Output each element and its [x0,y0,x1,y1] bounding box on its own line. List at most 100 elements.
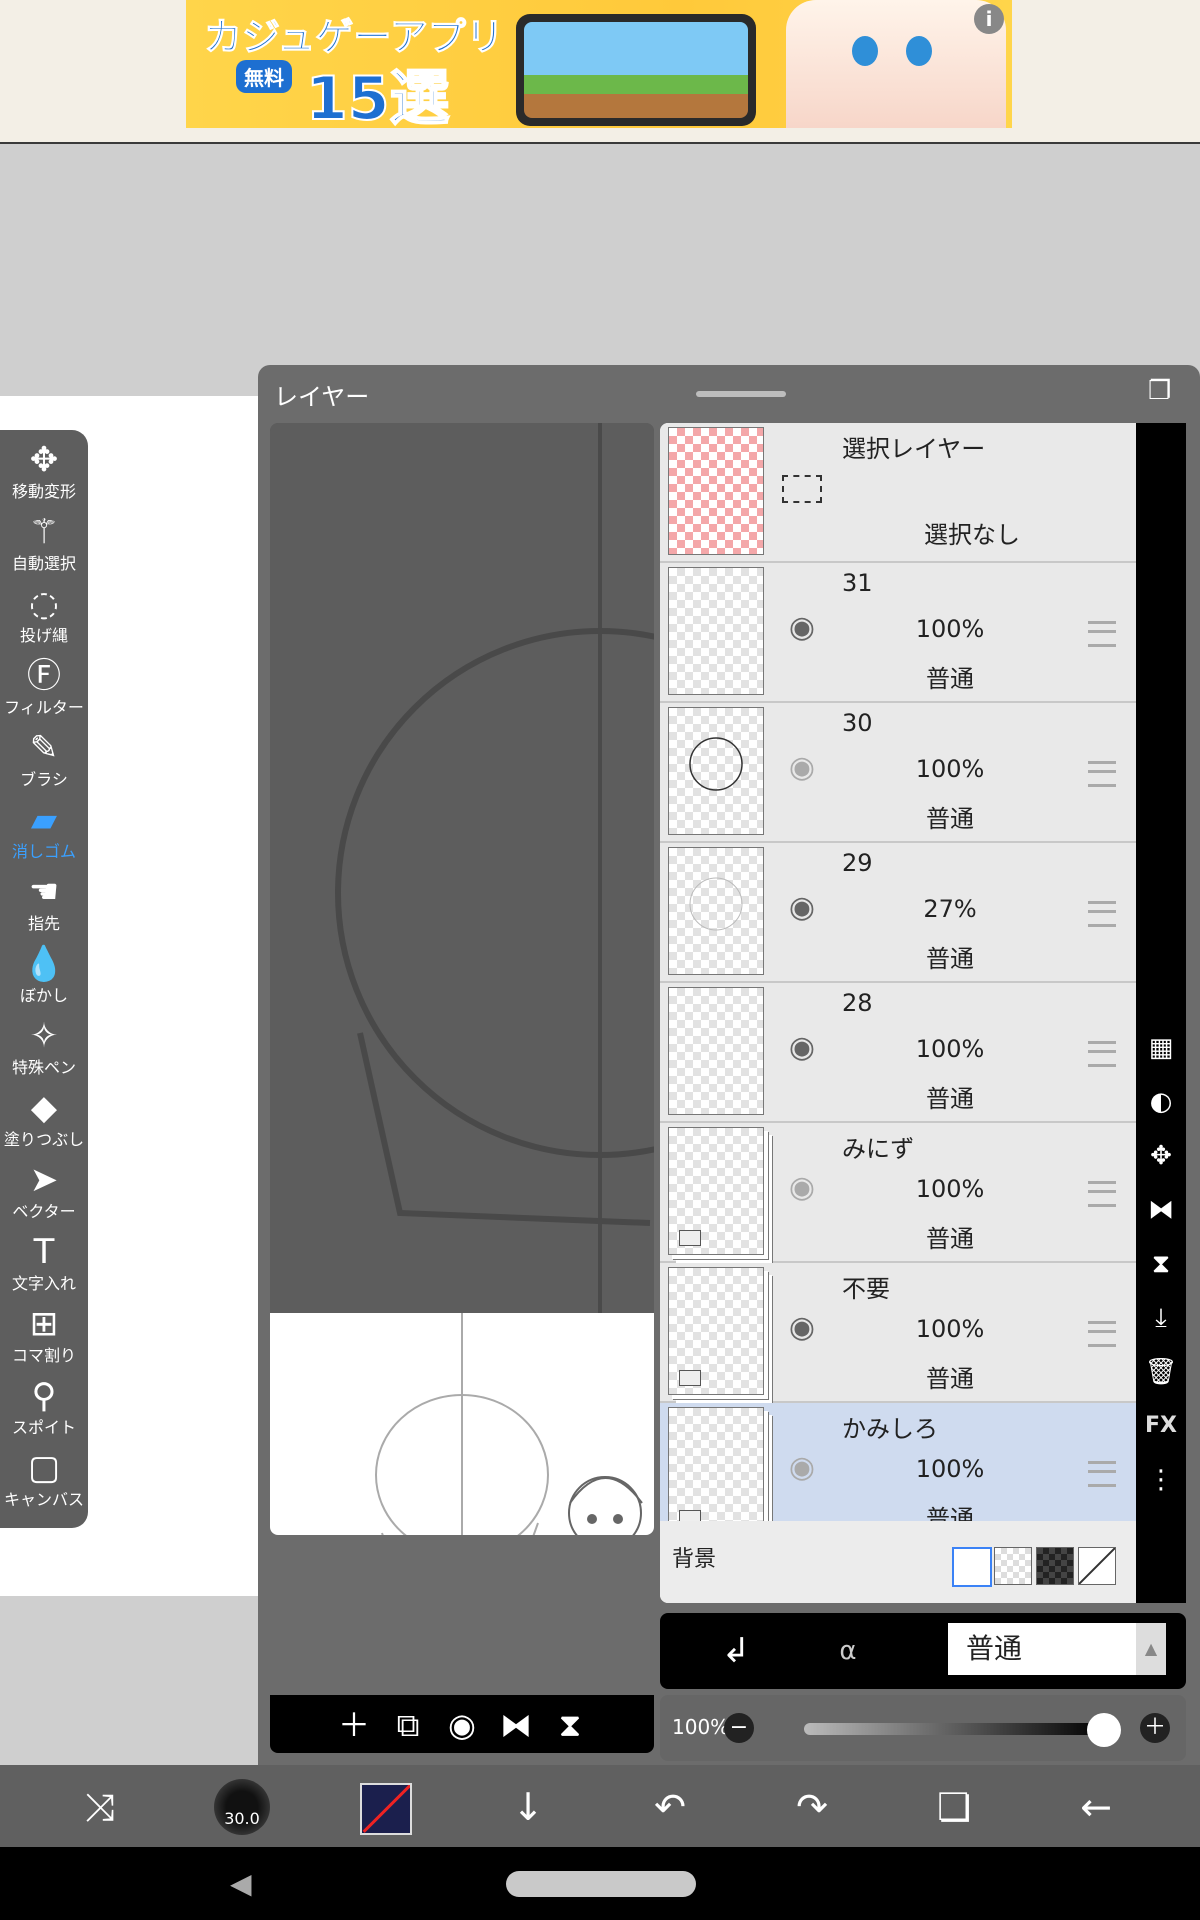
cursor-icon: ➤ [29,1160,59,1200]
arrow-down-icon[interactable]: ↓ [500,1779,556,1835]
clipping-icon[interactable]: ↲ [714,1629,758,1673]
layer-thumbnail [668,1267,764,1395]
magic-wand-icon: ⚚ [28,512,60,552]
layer-row[interactable]: ◉ 28 100% 普通 [660,983,1136,1123]
tool-eraser[interactable]: ▰ 消しゴム [0,798,88,870]
drag-handle-icon[interactable] [1088,901,1116,927]
blend-mode-select[interactable]: 普通 [948,1623,1152,1675]
drag-handle-icon[interactable] [1088,1461,1116,1487]
visibility-eye-icon[interactable]: ◉ [782,893,822,923]
layer-row[interactable]: ◉ みにず 100% 普通 [660,1123,1136,1263]
background-none-swatch[interactable] [1078,1547,1116,1585]
tool-smudge[interactable]: ☚ 指先 [0,870,88,942]
opacity-slider[interactable] [804,1723,1104,1735]
layer-list[interactable]: 選択レイヤー 選択なし ◉ 31 100% 普通 ◉ 30 100% 普通 ◉ 29 27% 普通 ◉ 2… [660,423,1136,1603]
undo-icon[interactable]: ↶ [642,1779,698,1835]
layers-icon[interactable]: ❏ [926,1779,982,1835]
layer-row[interactable]: ◉ 不要 100% 普通 [660,1263,1136,1403]
tool-fill[interactable]: ◆ 塗りつぶし [0,1086,88,1158]
fx-icon: Ⓕ [27,656,61,696]
background-row[interactable]: 背景 [660,1521,1136,1603]
tool-text[interactable]: T 文字入れ [0,1230,88,1302]
layer-row[interactable]: ◉ 29 27% 普通 [660,843,1136,983]
ad-info-icon[interactable]: i [974,4,1004,34]
selection-status: 選択なし [924,521,1020,549]
visibility-eye-icon[interactable]: ◉ [782,1453,822,1483]
alpha-lock-icon[interactable]: α [828,1631,868,1671]
text-icon: T [33,1232,55,1272]
background-transparent-swatch[interactable] [994,1547,1032,1585]
trash-icon[interactable]: 🗑 [1144,1355,1178,1389]
tool-magic[interactable]: ⚚ 自動選択 [0,510,88,582]
tool-frame[interactable]: ⊞ コマ割り [0,1302,88,1374]
visibility-eye-icon[interactable]: ◉ [782,1173,822,1203]
layer-row[interactable]: ◉ 31 100% 普通 [660,563,1136,703]
tool-vector[interactable]: ➤ ベクター [0,1158,88,1230]
sparkle-pen-icon: ✧ [29,1016,59,1056]
visibility-eye-icon[interactable]: ◉ [782,613,822,643]
layer-thumbnail [668,567,764,695]
flip-vertical-icon[interactable]: ⧗ [1144,1247,1178,1281]
selection-layer-row[interactable]: 選択レイヤー 選択なし [660,423,1136,563]
more-icon[interactable]: ⋮ [1144,1463,1178,1497]
fx-icon[interactable]: FX [1144,1409,1178,1443]
background-white-swatch[interactable] [952,1547,992,1587]
visibility-eye-icon[interactable]: ◉ [782,1313,822,1343]
nav-home-pill[interactable] [506,1871,696,1897]
tool-move[interactable]: ✥ 移動変形 [0,438,88,510]
folder-icon [679,1230,701,1246]
drag-handle-icon[interactable] [1088,1041,1116,1067]
visibility-eye-icon[interactable]: ◉ [782,753,822,783]
opacity-label: 100% [672,1715,730,1739]
move-icon[interactable]: ✥ [1144,1139,1178,1173]
duplicate-layer-icon[interactable]: ⧉ [386,1703,430,1747]
nav-back-icon[interactable]: ◀ [230,1867,252,1900]
visibility-eye-icon[interactable]: ◉ [782,1033,822,1063]
tool-filter[interactable]: Ⓕ フィルター [0,654,88,726]
tool-special[interactable]: ✧ 特殊ペン [0,1014,88,1086]
opacity-increase-button[interactable]: ＋ [1140,1713,1170,1743]
move-icon: ✥ [29,440,59,480]
tool-canvas[interactable]: ▢ キャンバス [0,1446,88,1518]
tool-blur[interactable]: 💧 ぼかし [0,942,88,1014]
drag-handle-icon[interactable] [1088,1321,1116,1347]
checker-icon[interactable]: ▦ [1144,1031,1178,1065]
transform-eraser-icon[interactable]: ⤨ [72,1779,128,1835]
flip-horizontal-icon[interactable]: ⧓ [494,1703,538,1747]
opacity-decrease-button[interactable]: − [724,1713,754,1743]
layer-actions-strip: ▦ ◐ ✥ ⧓ ⧗ ⤓ 🗑 FX ⋮ [1136,423,1186,1603]
ad-badge: 無料 [236,60,292,93]
ad-image[interactable]: カジュゲーアプリ 無料 15選 i [186,0,1012,128]
canvas-preview[interactable] [270,423,654,1535]
panel-drag-handle[interactable] [696,391,786,397]
color-swatch[interactable] [360,1783,412,1835]
background-dark-swatch[interactable] [1036,1547,1074,1585]
add-layer-icon[interactable]: ＋ [332,1703,376,1747]
blend-dropdown-arrow-icon[interactable]: ▲ [1136,1623,1166,1675]
tool-brush[interactable]: ✎ ブラシ [0,726,88,798]
redo-icon[interactable]: ↷ [784,1779,840,1835]
back-arrow-icon[interactable]: ← [1068,1779,1124,1835]
drag-handle-icon[interactable] [1088,1181,1116,1207]
flip-vertical-icon[interactable]: ⧗ [548,1703,592,1747]
preview-toolbar: ＋ ⧉ ◉ ⧓ ⧗ [270,1695,654,1753]
drag-handle-icon[interactable] [1088,761,1116,787]
lasso-icon: ◌ [29,584,59,624]
layer-row[interactable]: ◉ 30 100% 普通 [660,703,1136,843]
selection-icon [782,475,822,503]
background-label: 背景 [672,1547,717,1572]
preview-zoom-drawing [335,423,654,1313]
brush-size-indicator[interactable]: 30.0 [214,1779,270,1835]
merge-down-icon[interactable]: ⤓ [1144,1301,1178,1335]
opacity-slider-thumb[interactable] [1087,1713,1121,1747]
panel-window-icon[interactable]: ❐ [1148,377,1178,405]
drag-handle-icon[interactable] [1088,621,1116,647]
ad-banner[interactable]: カジュゲーアプリ 無料 15選 i [0,0,1200,144]
tool-lasso[interactable]: ◌ 投げ縄 [0,582,88,654]
layer-thumbnail [668,987,764,1115]
ad-phone-illustration [516,14,756,126]
contrast-icon[interactable]: ◐ [1144,1085,1178,1119]
tool-eyedrop[interactable]: ⚲ スポイト [0,1374,88,1446]
flip-horizontal-icon[interactable]: ⧓ [1144,1193,1178,1227]
camera-icon[interactable]: ◉ [440,1703,484,1747]
